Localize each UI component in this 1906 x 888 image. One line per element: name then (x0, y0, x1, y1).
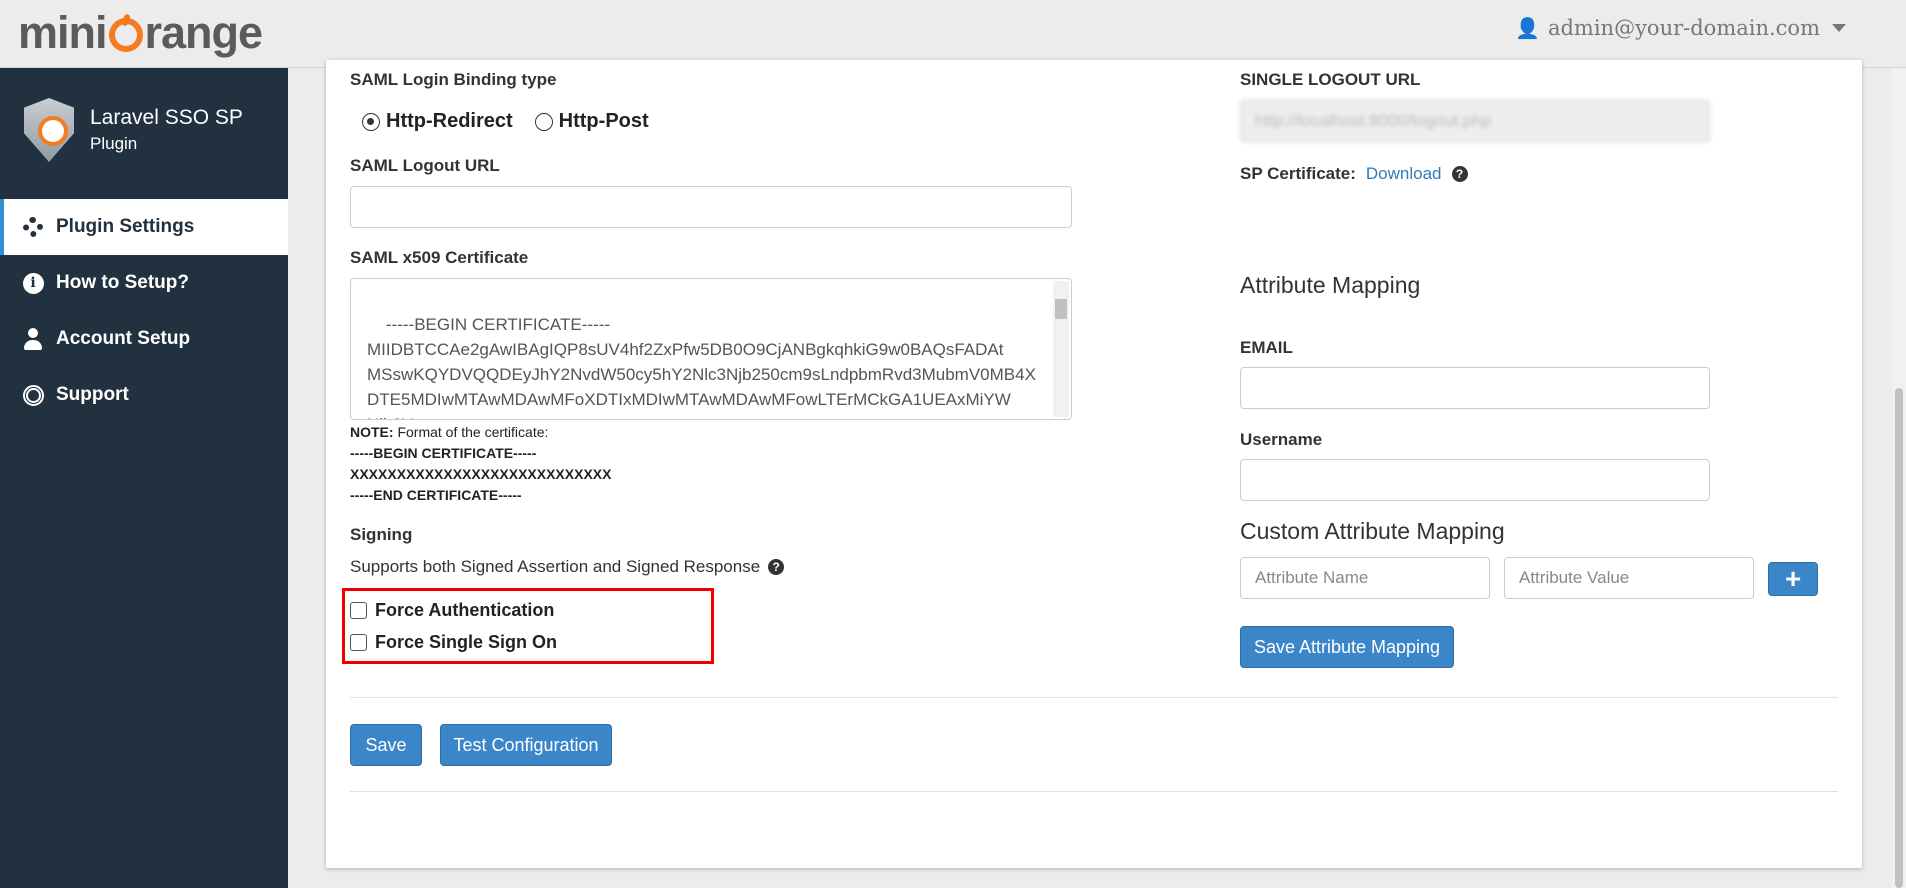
attribute-value-input[interactable] (1504, 557, 1754, 599)
add-attribute-button[interactable]: + (1768, 562, 1818, 596)
radio-button[interactable] (362, 112, 380, 131)
checkbox-label: Force Single Sign On (375, 632, 558, 652)
note-begin: -----BEGIN CERTIFICATE----- (350, 445, 537, 461)
force-sso-checkbox[interactable] (350, 634, 367, 651)
life-ring-icon (22, 384, 44, 406)
attribute-name-input[interactable] (1240, 557, 1490, 599)
signing-desc-text: Supports both Signed Assertion and Signe… (350, 557, 761, 576)
force-authentication-option[interactable]: Force Authentication (350, 600, 554, 621)
single-logout-input (1240, 100, 1710, 142)
save-button[interactable]: Save (350, 724, 422, 766)
divider (350, 791, 1838, 792)
shield-logo-icon (24, 98, 74, 162)
radio-button[interactable] (534, 112, 553, 131)
user-icon: 👤 (1515, 16, 1540, 40)
logout-url-input[interactable] (350, 186, 1072, 228)
signing-label: Signing (350, 525, 413, 544)
user-menu[interactable]: 👤 admin@your-domain.com (1515, 16, 1846, 40)
note-end: -----END CERTIFICATE----- (350, 487, 522, 503)
question-icon[interactable]: ? (768, 559, 785, 575)
caret-down-icon (1832, 24, 1846, 32)
sidebar-item-how-to-setup[interactable]: i How to Setup? (0, 255, 288, 311)
binding-radio-group: Http-Redirect Http-Post (362, 110, 649, 133)
certificate-textarea[interactable]: -----BEGIN CERTIFICATE----- MIIDBTCCAe2g… (350, 278, 1072, 420)
sidebar-item-plugin-settings[interactable]: Plugin Settings (0, 199, 288, 255)
logo-text-right: range (144, 7, 264, 58)
top-bar: mini range 👤 admin@your-domain.com (0, 0, 1906, 68)
test-configuration-button[interactable]: Test Configuration (440, 724, 612, 766)
certificate-text: -----BEGIN CERTIFICATE----- MIIDBTCCAe2g… (367, 315, 1036, 419)
radio-label: Http-Post (558, 110, 649, 132)
email-attribute-input[interactable] (1240, 367, 1710, 409)
divider (350, 697, 1838, 698)
user-email: admin@your-domain.com (1547, 16, 1820, 40)
sidebar-item-account-setup[interactable]: Account Setup (0, 311, 288, 367)
logo-text-left: mini (18, 7, 108, 58)
sidebar-item-label: Plugin Settings (56, 216, 195, 237)
username-attribute-input[interactable] (1240, 459, 1710, 501)
textarea-scrollbar[interactable] (1053, 281, 1069, 417)
logout-url-label: SAML Logout URL (350, 156, 500, 175)
custom-attribute-title: Custom Attribute Mapping (1240, 518, 1505, 544)
force-authentication-checkbox[interactable] (350, 602, 367, 619)
plugin-brand: Laravel SSO SP Plugin (24, 98, 274, 168)
note-placeholder: XXXXXXXXXXXXXXXXXXXXXXXXXXXX (350, 466, 612, 482)
sidebar-item-label: How to Setup? (56, 272, 189, 293)
download-certificate-link[interactable]: Download (1366, 164, 1442, 184)
binding-type-label: SAML Login Binding type (350, 70, 557, 89)
user-icon (22, 328, 44, 350)
sp-certificate-label: SP Certificate: (1240, 164, 1356, 183)
email-label: EMAIL (1240, 338, 1293, 357)
attribute-mapping-title: Attribute Mapping (1240, 272, 1421, 298)
note-text: Format of the certificate: (397, 424, 549, 440)
checkbox-label: Force Authentication (375, 600, 555, 620)
sidebar: Laravel SSO SP Plugin Plugin Settings i … (0, 68, 288, 888)
certificate-format-note: NOTE: Format of the certificate: -----BE… (350, 422, 611, 506)
brand-title: Laravel SSO SP (90, 106, 243, 129)
force-sso-option[interactable]: Force Single Sign On (350, 632, 557, 653)
brand-subtitle: Plugin (90, 134, 138, 153)
plus-icon: + (1784, 563, 1802, 594)
miniorange-logo[interactable]: mini range (18, 7, 264, 58)
settings-panel: SAML Login Binding type Http-Redirect Ht… (326, 60, 1862, 868)
radio-label: Http-Redirect (386, 110, 513, 132)
radio-http-redirect[interactable]: Http-Redirect (362, 110, 513, 133)
save-attribute-mapping-button[interactable]: Save Attribute Mapping (1240, 626, 1454, 668)
note-label: NOTE: (350, 424, 394, 440)
logo-o-icon (108, 18, 143, 52)
certificate-label: SAML x509 Certificate (350, 248, 529, 267)
single-logout-label: SINGLE LOGOUT URL (1240, 70, 1421, 89)
sidebar-item-label: Account Setup (56, 328, 191, 349)
sidebar-item-label: Support (56, 384, 129, 405)
signing-description: Supports both Signed Assertion and Signe… (350, 557, 785, 577)
info-icon: i (22, 272, 44, 294)
username-label: Username (1240, 430, 1323, 449)
radio-http-post[interactable]: Http-Post (534, 110, 649, 133)
sp-certificate-row: SP Certificate: Download ? (1240, 164, 1468, 184)
question-icon[interactable]: ? (1451, 166, 1468, 182)
sidebar-item-support[interactable]: Support (0, 367, 288, 423)
page-scrollbar[interactable] (1892, 68, 1906, 888)
gear-icon (22, 216, 44, 238)
